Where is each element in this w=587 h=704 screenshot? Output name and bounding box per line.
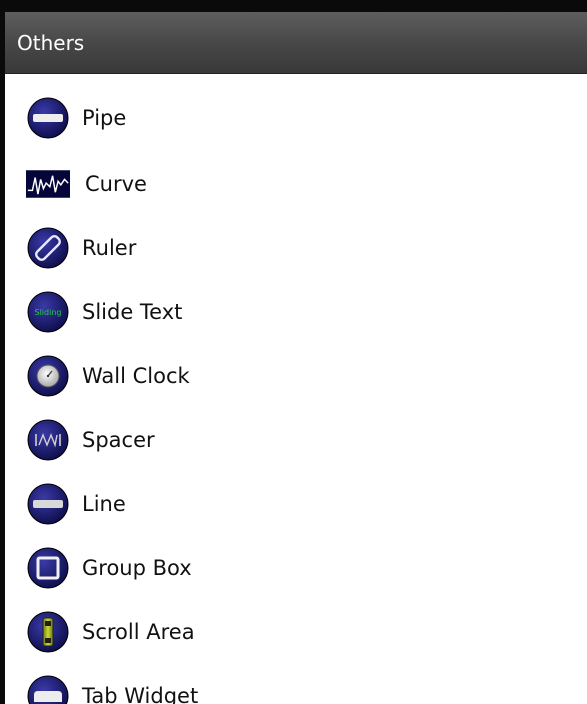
list-item-curve[interactable]: Curve xyxy=(5,156,587,212)
ruler-icon xyxy=(26,226,70,270)
group-box-icon xyxy=(26,546,70,590)
spacer-icon xyxy=(26,418,70,462)
svg-text:Sliding: Sliding xyxy=(35,308,62,317)
list-item-group-box[interactable]: Group Box xyxy=(5,540,587,596)
item-label: Spacer xyxy=(82,428,155,452)
item-label: Group Box xyxy=(82,556,192,580)
item-label: Ruler xyxy=(82,236,137,260)
scroll-area-icon xyxy=(26,610,70,654)
panel-title: Others xyxy=(17,30,85,55)
list-item-slide-text[interactable]: Sliding Slide Text xyxy=(5,284,587,340)
item-label: Pipe xyxy=(82,106,127,130)
list-item-pipe[interactable]: Pipe xyxy=(5,90,587,146)
pipe-icon xyxy=(26,96,70,140)
item-label: Slide Text xyxy=(82,300,183,324)
line-icon xyxy=(26,482,70,526)
others-panel: Others Pipe Curve Ruler Sliding Slide Te… xyxy=(0,0,587,704)
panel-header[interactable]: Others xyxy=(5,12,587,74)
list-item-scroll-area[interactable]: Scroll Area xyxy=(5,604,587,660)
list-item-tab-widget[interactable]: Tab Widget xyxy=(5,668,587,704)
item-label: Line xyxy=(82,492,126,516)
wall-clock-icon xyxy=(26,354,70,398)
item-label: Wall Clock xyxy=(82,364,190,388)
list-item-line[interactable]: Line xyxy=(5,476,587,532)
list-item-ruler[interactable]: Ruler xyxy=(5,220,587,276)
list-item-wall-clock[interactable]: Wall Clock xyxy=(5,348,587,404)
item-label: Scroll Area xyxy=(82,620,195,644)
item-label: Curve xyxy=(85,172,147,196)
list-item-spacer[interactable]: Spacer xyxy=(5,412,587,468)
curve-icon xyxy=(26,162,70,206)
slide-text-icon: Sliding xyxy=(26,290,70,334)
tab-widget-icon xyxy=(26,674,70,704)
item-label: Tab Widget xyxy=(82,684,199,704)
